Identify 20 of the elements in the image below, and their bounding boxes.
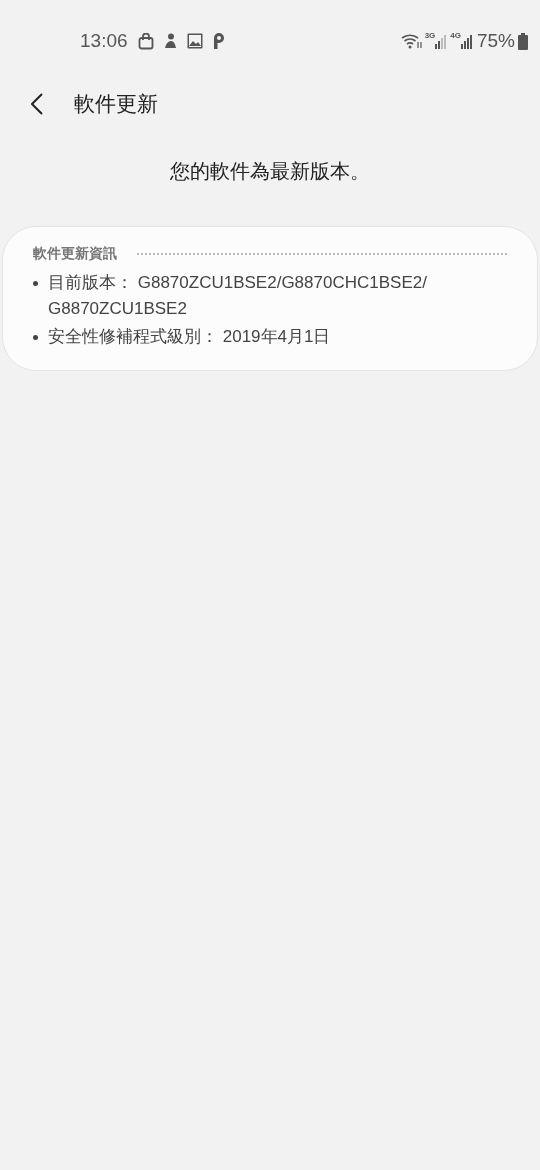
shopping-bag-icon [137, 32, 154, 50]
info-item: 目前版本： G8870ZCU1BSE2/G8870CHC1BSE2/G8870ZCU1BSE2 [48, 272, 428, 320]
info-item: 安全性修補程式級別： 2019年4月1日 [48, 326, 332, 348]
network-type: 4G [450, 30, 461, 42]
signal-icon [460, 33, 473, 49]
bullet-icon [33, 281, 38, 286]
battery-percent: 75% [476, 28, 515, 53]
battery-icon [518, 32, 528, 50]
wifi-icon [400, 33, 423, 49]
figure-icon [162, 33, 177, 49]
page-title: 軟件更新 [74, 91, 158, 118]
p-logo-icon [212, 33, 226, 49]
section-title: 軟件更新資訊 [33, 244, 117, 263]
bullet-icon [33, 335, 38, 340]
back-icon [31, 93, 43, 115]
network-type: 3G [424, 30, 436, 42]
signal-icon [435, 33, 448, 49]
status-message: 您的軟件為最新版本。 [170, 159, 370, 184]
image-icon [186, 33, 203, 49]
status-time: 13:06 [80, 28, 128, 53]
